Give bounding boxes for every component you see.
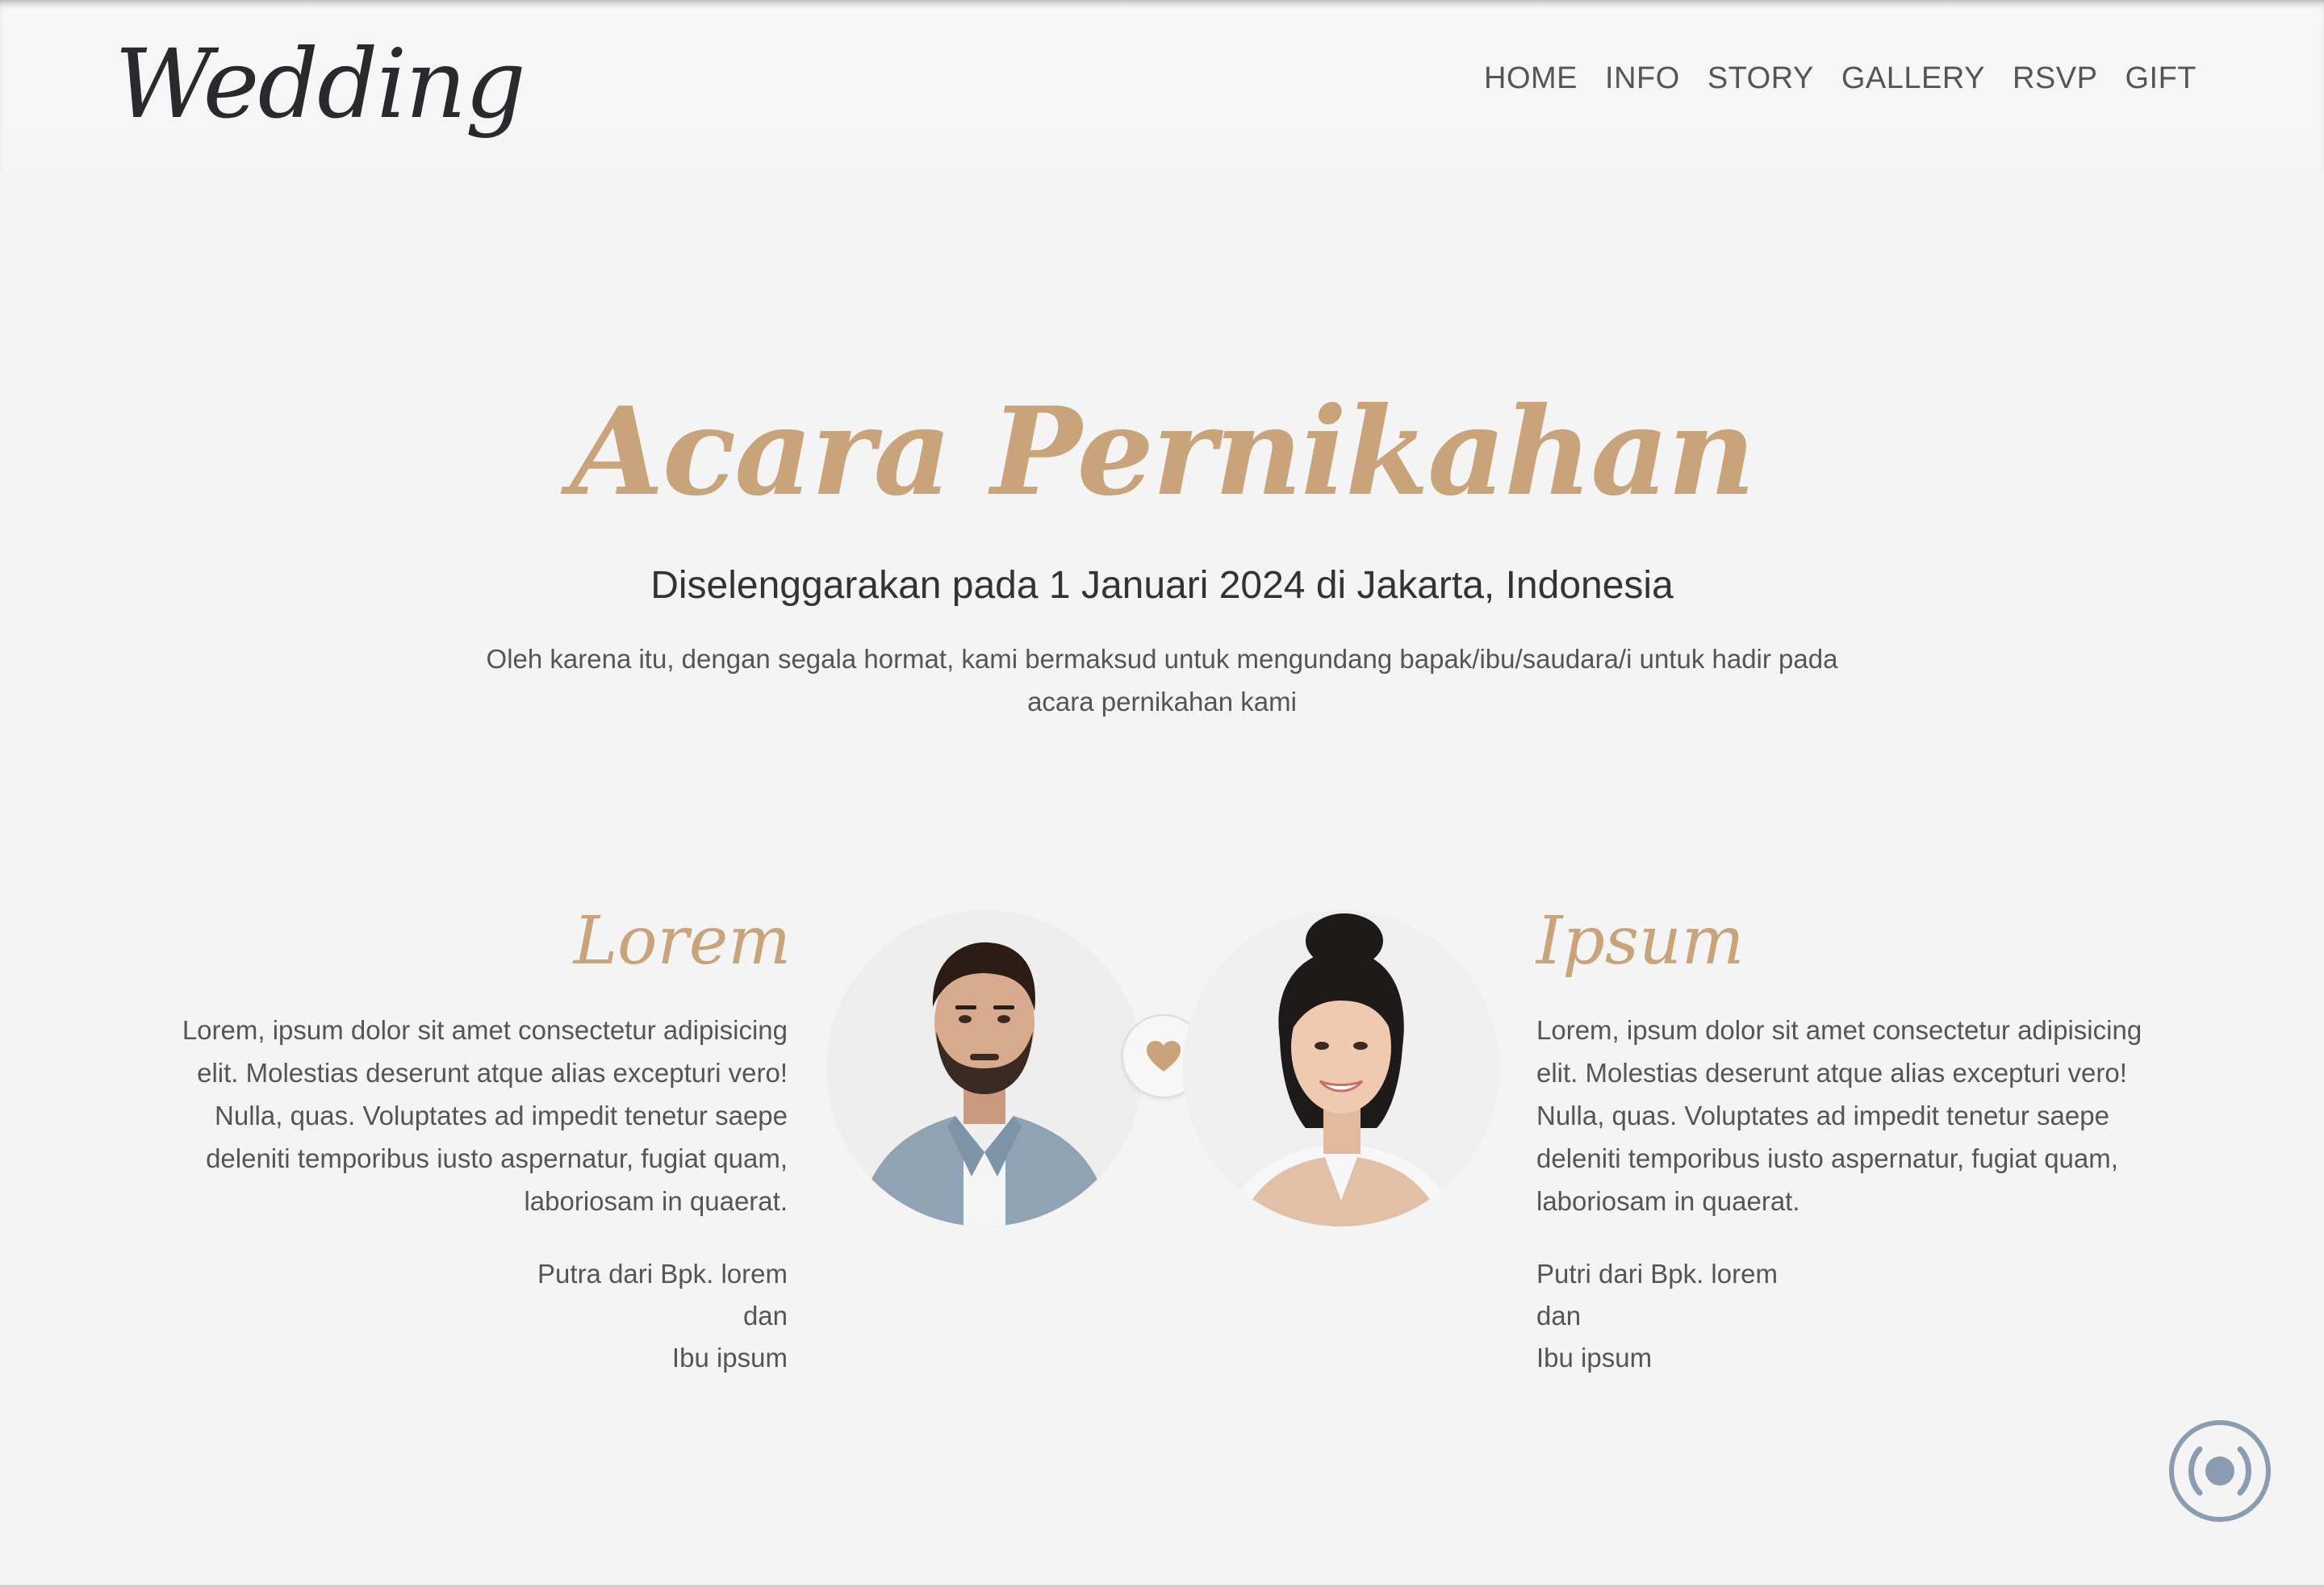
brand-logo[interactable]: Wedding [115,18,526,151]
nav-item-info[interactable]: INFO [1605,61,1680,96]
bride-bio: Lorem, ipsum dolor sit amet consectetur … [1536,1015,2142,1216]
bride-portrait-image [1183,910,1499,1227]
nav-menu: HOME INFO STORY GALLERY RSVP GIFT [1484,61,2197,96]
footer-divider [0,1585,2324,1588]
groom-portrait-image [826,910,1143,1227]
groom-bio: Lorem, ipsum dolor sit amet consectetur … [182,1015,788,1216]
bride-parents-mother: Ibu ipsum [1536,1343,1653,1373]
nav-item-story[interactable]: STORY [1707,61,1814,96]
invitation-text: Oleh karena itu, dengan segala hormat, k… [486,644,1838,717]
bride-photo [1183,910,1499,1227]
navbar: Wedding HOME INFO STORY GALLERY RSVP GIF… [0,0,2324,169]
bride-parents-and: dan [1536,1301,1582,1331]
nav-item-gift[interactable]: GIFT [2125,61,2197,96]
heart-icon [1147,1041,1181,1072]
bride-parents-father: Putri dari Bpk. lorem [1536,1259,1778,1289]
music-toggle-icon [2169,1420,2271,1522]
groom-name: Lorem [573,903,791,980]
groom-parents: Putra dari Bpk. lorem dan Ibu ipsum [134,1253,788,1379]
groom-photo [826,910,1143,1227]
page-title: Acara Pernikahan [570,381,1755,523]
bride-name: Ipsum [1536,903,1745,980]
page: Wedding HOME INFO STORY GALLERY RSVP GIF… [0,0,2324,1588]
groom-parents-mother: Ibu ipsum [671,1343,788,1373]
event-subtitle: Diselenggarakan pada 1 Januari 2024 di J… [650,564,1674,607]
music-toggle-button[interactable] [2167,1419,2272,1523]
nav-item-home[interactable]: HOME [1484,61,1578,96]
bride-parents: Putri dari Bpk. lorem dan Ibu ipsum [1536,1253,2190,1379]
nav-item-gallery[interactable]: GALLERY [1841,61,1985,96]
groom-parents-father: Putra dari Bpk. lorem [537,1259,788,1289]
nav-item-rsvp[interactable]: RSVP [2013,61,2097,96]
groom-parents-and: dan [742,1301,788,1331]
